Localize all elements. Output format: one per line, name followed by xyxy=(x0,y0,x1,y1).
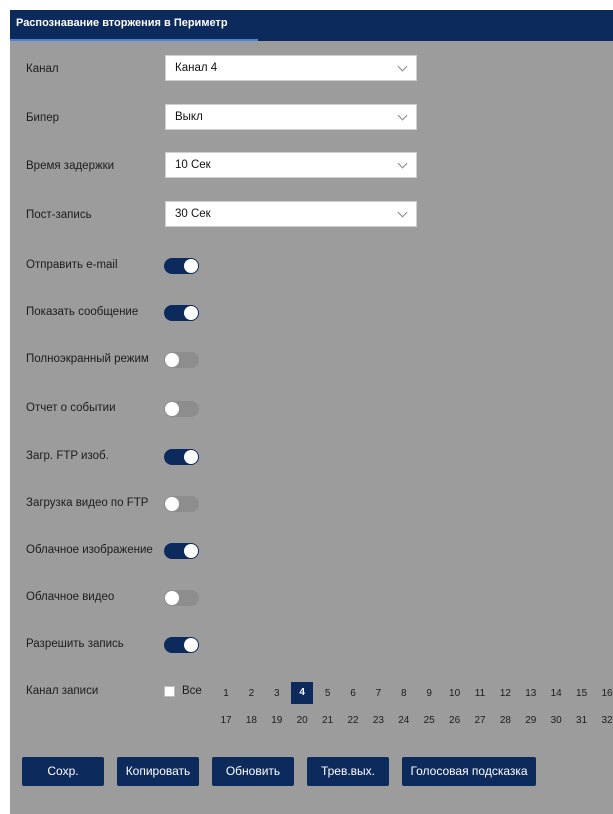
record-channel-7[interactable]: 7 xyxy=(367,688,389,699)
toggle-knob xyxy=(184,306,198,320)
toggle-knob xyxy=(165,353,179,367)
channel-select[interactable]: Канал 4 xyxy=(165,55,417,81)
record-channel-18[interactable]: 18 xyxy=(240,715,262,726)
chevron-down-icon xyxy=(397,158,408,169)
record-channel-23[interactable]: 23 xyxy=(367,715,389,726)
page-title: Распознавание вторжения в Периметр xyxy=(16,17,228,29)
record-channel-22[interactable]: 22 xyxy=(342,715,364,726)
toggle-knob xyxy=(184,638,198,652)
record-channel-29[interactable]: 29 xyxy=(520,715,542,726)
record-channel-19[interactable]: 19 xyxy=(266,715,288,726)
record-channel-9[interactable]: 9 xyxy=(418,688,440,699)
record-channel-8[interactable]: 8 xyxy=(393,688,415,699)
save-button[interactable]: Сохр. xyxy=(22,757,104,786)
chevron-down-icon xyxy=(397,110,408,121)
toggle-knob xyxy=(165,591,179,605)
record-channel-21[interactable]: 21 xyxy=(317,715,339,726)
record-channel-26[interactable]: 26 xyxy=(444,715,466,726)
record-channel-32[interactable]: 32 xyxy=(596,715,613,726)
send-email-toggle[interactable] xyxy=(164,258,199,274)
send-email-label: Отправить e-mail xyxy=(26,259,118,271)
delay-time-select-value: 10 Сек xyxy=(175,159,211,171)
active-tab-underline xyxy=(10,39,258,41)
record-channel-20[interactable]: 20 xyxy=(291,715,313,726)
record-channel-25[interactable]: 25 xyxy=(418,715,440,726)
chevron-down-icon xyxy=(397,207,408,218)
record-channel-28[interactable]: 28 xyxy=(494,715,516,726)
record-channel-1[interactable]: 1 xyxy=(215,688,237,699)
allow-record-label: Разрешить запись xyxy=(26,638,124,650)
voice-prompt-button[interactable]: Голосовая подсказка xyxy=(402,757,536,786)
delay-time-select[interactable]: 10 Сек xyxy=(165,152,417,178)
record-channel-15[interactable]: 15 xyxy=(571,688,593,699)
toggle-knob xyxy=(165,497,179,511)
copy-button[interactable]: Копировать xyxy=(117,757,199,786)
post-record-select-value: 30 Сек xyxy=(175,208,211,220)
select-all-label: Все xyxy=(182,685,202,697)
record-channel-10[interactable]: 10 xyxy=(444,688,466,699)
event-report-toggle[interactable] xyxy=(164,401,199,417)
record-channel-2[interactable]: 2 xyxy=(240,688,262,699)
record-channel-label: Канал записи xyxy=(26,685,99,697)
allow-record-toggle[interactable] xyxy=(164,637,199,653)
post-record-label: Пост-запись xyxy=(26,209,92,221)
record-channel-27[interactable]: 27 xyxy=(469,715,491,726)
record-channel-16[interactable]: 16 xyxy=(596,688,613,699)
record-channel-3[interactable]: 3 xyxy=(266,688,288,699)
fullscreen-toggle[interactable] xyxy=(164,352,199,368)
select-all-checkbox[interactable] xyxy=(164,686,175,697)
record-channel-14[interactable]: 14 xyxy=(545,688,567,699)
cloud-image-label: Облачное изображение xyxy=(26,544,153,556)
ftp-image-label: Загр. FTP изоб. xyxy=(26,450,109,462)
cloud-video-toggle[interactable] xyxy=(164,590,199,606)
channel-label: Канал xyxy=(26,63,59,75)
post-record-select[interactable]: 30 Сек xyxy=(165,201,417,227)
settings-panel: Распознавание вторжения в Периметр Канал… xyxy=(10,10,613,814)
alarm-out-button[interactable]: Трев.вых. xyxy=(307,757,389,786)
record-channel-6[interactable]: 6 xyxy=(342,688,364,699)
record-channel-30[interactable]: 30 xyxy=(545,715,567,726)
cloud-image-toggle[interactable] xyxy=(164,543,199,559)
record-channel-11[interactable]: 11 xyxy=(469,688,491,699)
show-message-toggle[interactable] xyxy=(164,305,199,321)
record-channel-12[interactable]: 12 xyxy=(494,688,516,699)
record-channel-13[interactable]: 13 xyxy=(520,688,542,699)
record-channel-5[interactable]: 5 xyxy=(317,688,339,699)
ftp-image-toggle[interactable] xyxy=(164,449,199,465)
toggle-knob xyxy=(184,450,198,464)
toggle-knob xyxy=(165,402,179,416)
ftp-video-toggle[interactable] xyxy=(164,496,199,512)
panel-header: Распознавание вторжения в Периметр xyxy=(10,10,613,41)
chevron-down-icon xyxy=(397,61,408,72)
buzzer-label: Бипер xyxy=(26,112,59,124)
record-channel-24[interactable]: 24 xyxy=(393,715,415,726)
channel-select-value: Канал 4 xyxy=(175,62,218,74)
toggle-knob xyxy=(184,259,198,273)
record-channel-31[interactable]: 31 xyxy=(571,715,593,726)
record-channel-4[interactable]: 4 xyxy=(291,682,314,704)
refresh-button[interactable]: Обновить xyxy=(212,757,294,786)
show-message-label: Показать сообщение xyxy=(26,306,139,318)
record-channel-17[interactable]: 17 xyxy=(215,715,237,726)
toggle-knob xyxy=(184,544,198,558)
cloud-video-label: Облачное видео xyxy=(26,591,115,603)
buzzer-select[interactable]: Выкл xyxy=(165,104,417,130)
delay-time-label: Время задержки xyxy=(26,160,115,172)
event-report-label: Отчет о событии xyxy=(26,402,116,414)
buzzer-select-value: Выкл xyxy=(175,111,203,123)
fullscreen-label: Полноэкранный режим xyxy=(26,353,149,365)
ftp-video-label: Загрузка видео по FTP xyxy=(26,497,149,509)
